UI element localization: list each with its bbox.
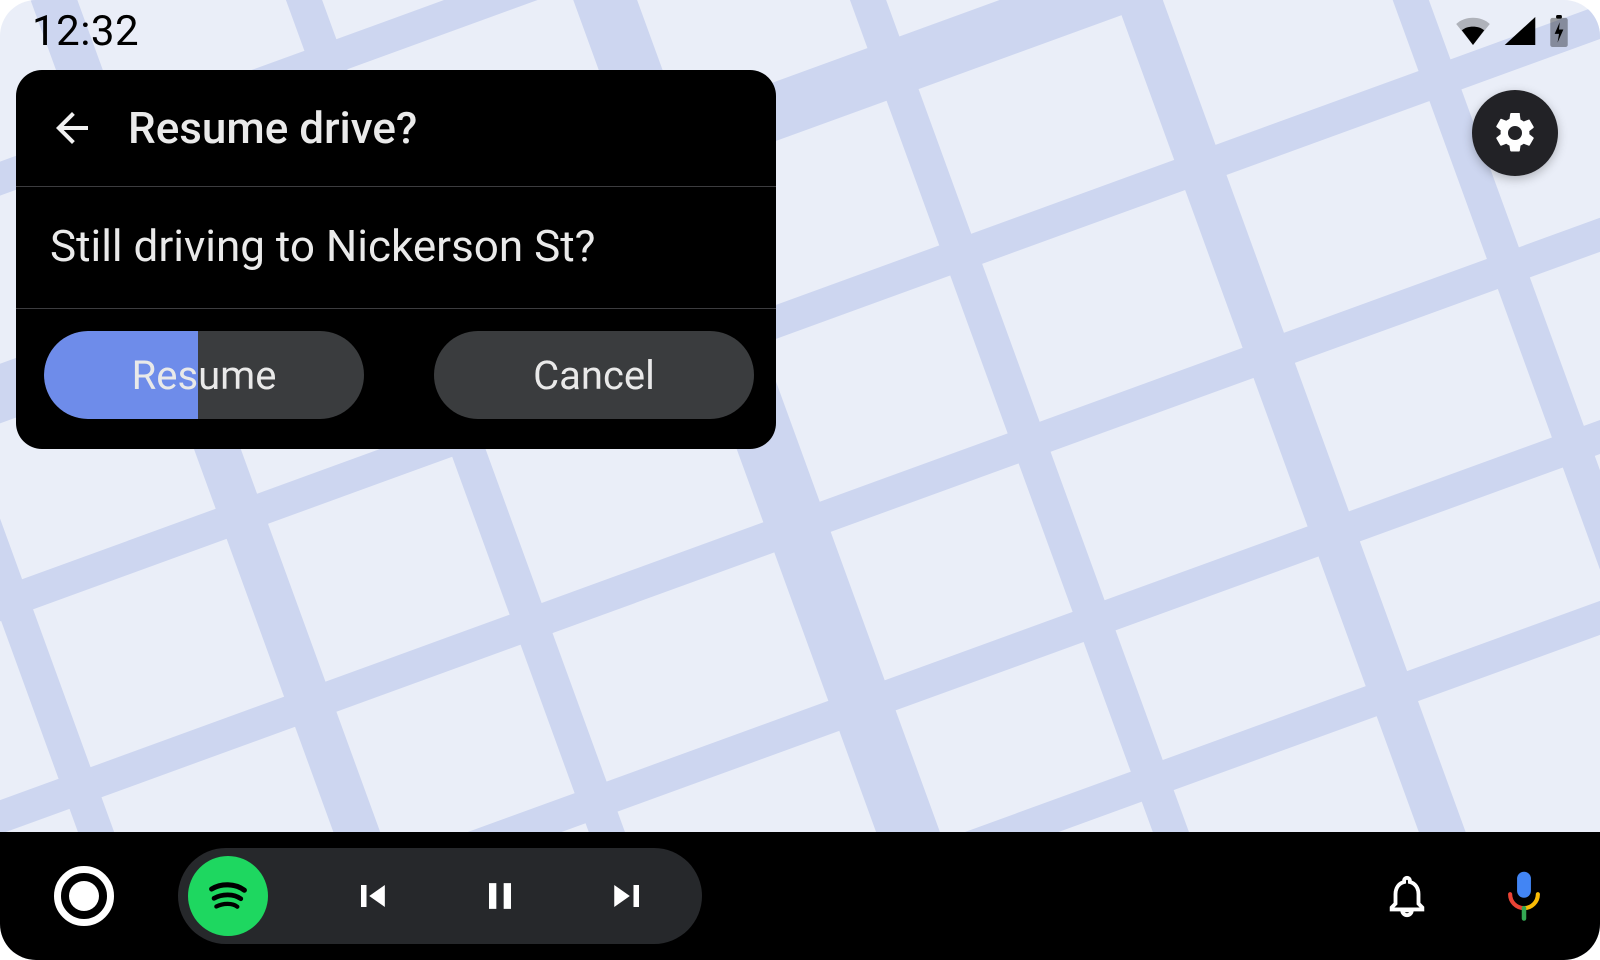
skip-next-icon: [606, 874, 650, 918]
gear-icon: [1491, 109, 1539, 157]
signal-icon: [1504, 17, 1536, 45]
resume-button[interactable]: Resume: [44, 331, 364, 419]
settings-button[interactable]: [1472, 90, 1558, 176]
home-button[interactable]: [54, 866, 114, 926]
cancel-button[interactable]: Cancel: [434, 331, 754, 419]
dialog-title: Resume drive?: [128, 102, 417, 154]
pause-button[interactable]: [476, 874, 524, 918]
spotify-icon: [200, 868, 256, 924]
resume-drive-dialog: Resume drive? Still driving to Nickerson…: [16, 70, 776, 449]
back-button[interactable]: [44, 100, 100, 156]
nav-bar: [0, 832, 1600, 960]
clock: 12:32: [32, 7, 139, 56]
media-controls: [178, 848, 702, 944]
next-track-button[interactable]: [604, 874, 652, 918]
cancel-button-label: Cancel: [533, 352, 655, 399]
resume-button-label: Resume: [132, 352, 277, 399]
dialog-body-text: Still driving to Nickerson St?: [50, 217, 742, 276]
voice-assistant-button[interactable]: [1502, 870, 1546, 922]
wifi-icon: [1456, 17, 1490, 45]
bell-icon: [1384, 873, 1430, 919]
status-bar: 12:32: [0, 0, 1600, 62]
spotify-app-button[interactable]: [188, 856, 268, 936]
pause-icon: [478, 874, 522, 918]
previous-track-button[interactable]: [348, 874, 396, 918]
battery-charging-icon: [1550, 15, 1568, 47]
arrow-back-icon: [48, 104, 96, 152]
voice-assistant-icon: [1502, 870, 1546, 922]
notifications-button[interactable]: [1384, 873, 1430, 919]
skip-previous-icon: [350, 874, 394, 918]
